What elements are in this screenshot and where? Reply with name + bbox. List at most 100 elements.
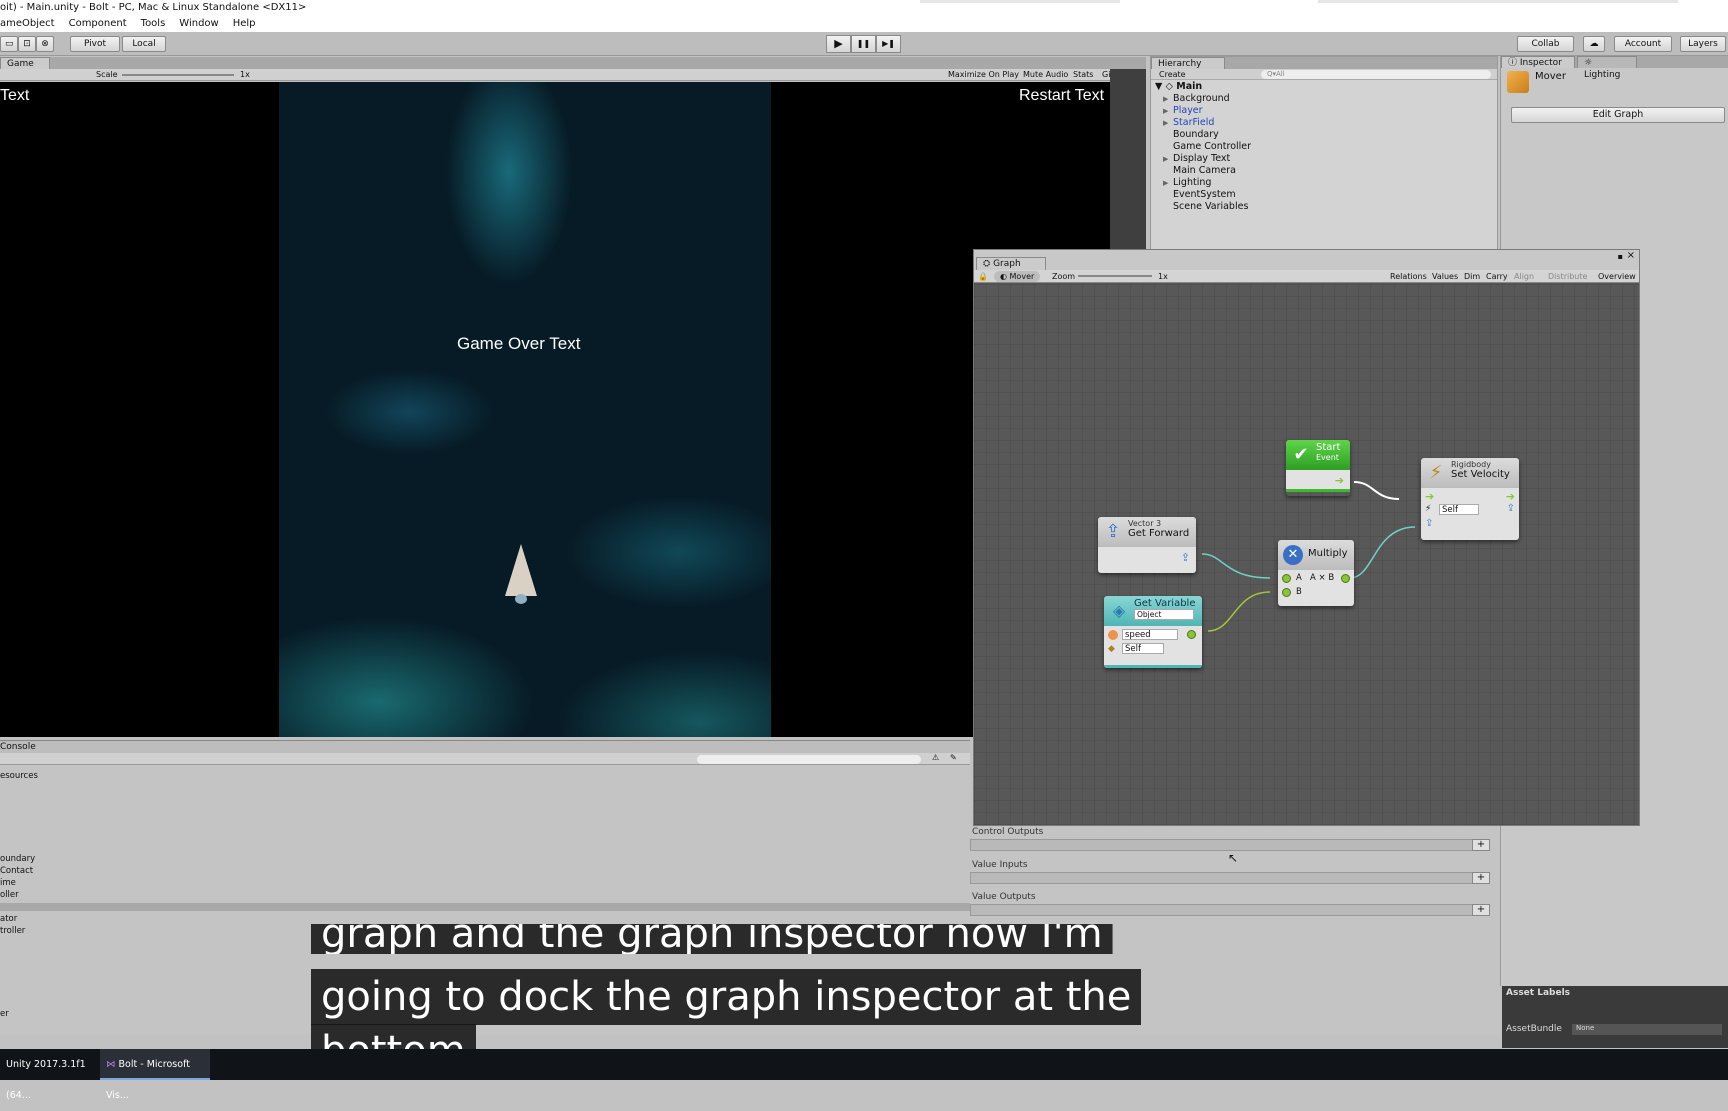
tab-hierarchy[interactable]: Hierarchy <box>1151 57 1225 69</box>
hierarchy-item[interactable]: Main Camera <box>1173 165 1236 177</box>
menu-tools[interactable]: Tools <box>141 16 166 32</box>
taskbar-unity[interactable]: Unity 2017.3.1f1 (64... <box>0 1049 98 1101</box>
tab-lighting[interactable]: ☼ Lighting <box>1577 56 1637 80</box>
lock-icon[interactable]: 🔒 <box>978 270 988 283</box>
start-event-node[interactable]: ✔ Start Event ➔ <box>1286 440 1350 496</box>
tab-graph[interactable]: ⛭ Graph <box>976 257 1046 270</box>
scale-slider[interactable] <box>122 74 234 76</box>
hierarchy-item[interactable]: EventSystem <box>1173 189 1236 201</box>
get-forward-node[interactable]: ⇪ Vector 3 Get Forward ⇪ <box>1098 517 1196 573</box>
target-field[interactable]: Self <box>1439 504 1479 515</box>
hierarchy-item[interactable]: ▶ Lighting <box>1163 177 1211 189</box>
maximize-on-play-toggle[interactable]: Maximize On Play <box>948 69 1019 81</box>
console-row[interactable]: oller <box>0 890 19 901</box>
variable-target-field[interactable]: Self <box>1122 643 1164 654</box>
hierarchy-item[interactable]: Scene Variables <box>1173 201 1248 213</box>
console-row[interactable]: Contact <box>0 866 33 877</box>
result-output-port[interactable] <box>1341 574 1350 583</box>
pause-button[interactable]: ❚❚ <box>851 35 876 53</box>
distribute-dropdown[interactable]: Distribute <box>1548 270 1587 283</box>
align-dropdown[interactable]: Align <box>1514 270 1534 283</box>
console-row[interactable]: er <box>0 1009 9 1020</box>
game-view[interactable]: Text Restart Text Game Over Text <box>0 82 1110 737</box>
control-input-arrow-icon[interactable]: ➔ <box>1425 490 1434 503</box>
taskbar-visual-studio[interactable]: ⋈ Bolt - Microsoft Vis... <box>100 1049 210 1101</box>
edit-graph-button[interactable]: Edit Graph <box>1511 107 1725 123</box>
multiply-title: Multiply <box>1308 548 1348 559</box>
menu-help[interactable]: Help <box>233 16 256 32</box>
close-icon[interactable]: × <box>1627 250 1635 261</box>
hierarchy-item[interactable]: ▶ Background <box>1163 93 1230 105</box>
scene-row[interactable]: ▼ ◇ Main <box>1155 81 1202 93</box>
console-row[interactable]: esources <box>0 771 38 782</box>
mover-icon: ◐ <box>1000 272 1010 281</box>
carry-toggle[interactable]: Carry <box>1486 270 1508 283</box>
relations-toggle[interactable]: Relations <box>1390 270 1427 283</box>
dim-toggle[interactable]: Dim <box>1464 270 1480 283</box>
console-row[interactable]: oundary <box>0 854 35 865</box>
vector-output-icon[interactable]: ⇪ <box>1181 551 1190 564</box>
zoom-slider[interactable] <box>1078 275 1152 277</box>
target-output-icon[interactable]: ⇪ <box>1507 503 1515 514</box>
multiply-node[interactable]: ✕ Multiply A A × B B <box>1278 540 1354 606</box>
console-row[interactable]: troller <box>0 926 25 937</box>
cloud-icon[interactable]: ☁ <box>1583 36 1605 52</box>
tab-game[interactable]: Game <box>0 57 50 69</box>
custom-tool-icon[interactable]: ⊗ <box>36 36 54 52</box>
value-output-port[interactable] <box>1187 630 1196 639</box>
b-input-port[interactable] <box>1282 588 1291 597</box>
add-value-input-button[interactable]: + <box>1472 872 1490 884</box>
tab-inspector[interactable]: ⓘ Inspector <box>1501 56 1575 68</box>
rigidbody-icon: ⚡ <box>1429 462 1443 483</box>
console-row[interactable]: ator <box>0 914 17 925</box>
hierarchy-item[interactable]: ▶ StarField <box>1163 117 1214 129</box>
add-value-output-button[interactable]: + <box>1472 904 1490 916</box>
game-tab-header: Game <box>0 57 1146 69</box>
variable-kind-dropdown[interactable]: Object <box>1134 609 1194 620</box>
collab-button[interactable]: Collab <box>1517 36 1574 52</box>
step-button[interactable]: ▶❚ <box>876 35 901 53</box>
target-port-icon[interactable]: ⚡ <box>1425 504 1431 514</box>
account-button[interactable]: Account <box>1614 36 1672 52</box>
pivot-button[interactable]: Pivot <box>70 36 120 52</box>
velocity-input-icon[interactable]: ⇪ <box>1425 518 1433 529</box>
a-input-port[interactable] <box>1282 574 1291 583</box>
values-toggle[interactable]: Values <box>1432 270 1458 283</box>
breadcrumb-mover[interactable]: ◐ Mover <box>994 271 1041 282</box>
overview-button[interactable]: Overview <box>1598 270 1636 283</box>
variable-name-field[interactable]: speed <box>1122 629 1178 640</box>
rect-tool-icon[interactable]: ▭ <box>0 36 18 52</box>
get-variable-node[interactable]: ◈ Get Variable Object speed ◆ Self <box>1104 596 1202 668</box>
get-variable-title: Get Variable <box>1134 598 1196 609</box>
hierarchy-item[interactable]: Boundary <box>1173 129 1219 141</box>
hierarchy-search[interactable]: Q▾All <box>1261 70 1491 79</box>
tab-console[interactable]: Console <box>0 741 36 753</box>
menu-gameobject[interactable]: ameObject <box>0 16 55 32</box>
layers-button[interactable]: Layers <box>1680 36 1726 52</box>
warning-filter-icon[interactable]: ⚠ <box>932 753 939 762</box>
graph-window: ⛭ Graph ▪ × 🔒 ◐ Mover Zoom 1x Relations … <box>973 249 1640 826</box>
assetbundle-dropdown[interactable]: None <box>1572 1024 1722 1035</box>
transform-tool-icon[interactable]: ⊡ <box>18 36 36 52</box>
add-control-output-button[interactable]: + <box>1472 839 1490 851</box>
control-output-arrow-icon[interactable]: ➔ <box>1335 474 1344 487</box>
console-search[interactable] <box>697 755 921 764</box>
set-velocity-node[interactable]: ⚡ Rigidbody Set Velocity ➔ ➔ ⚡ Self ⇪ ⇪ <box>1421 458 1519 540</box>
create-dropdown[interactable]: Create <box>1159 69 1186 80</box>
start-node-header: ✔ Start Event <box>1286 440 1350 470</box>
menu-component[interactable]: Component <box>69 16 127 32</box>
stats-toggle[interactable]: Stats <box>1073 69 1093 81</box>
error-filter-icon[interactable]: ✎ <box>950 753 957 762</box>
local-button[interactable]: Local <box>122 36 166 52</box>
play-button[interactable]: ▶ <box>826 35 851 53</box>
hierarchy-item[interactable]: Game Controller <box>1173 141 1251 153</box>
menu-window[interactable]: Window <box>179 16 218 32</box>
get-forward-title: Get Forward <box>1128 528 1190 539</box>
hierarchy-item[interactable]: ▶ Player <box>1163 105 1203 117</box>
hierarchy-item[interactable]: ▶ Display Text <box>1163 153 1230 165</box>
control-output-arrow-icon[interactable]: ➔ <box>1506 490 1515 503</box>
graph-canvas[interactable]: ✔ Start Event ➔ ⚡ Rigidbody Set Velocity… <box>974 284 1639 825</box>
console-row[interactable]: ime <box>0 878 16 889</box>
window-menu-icon[interactable]: ▪ <box>1618 252 1623 261</box>
mute-audio-toggle[interactable]: Mute Audio <box>1023 69 1068 81</box>
